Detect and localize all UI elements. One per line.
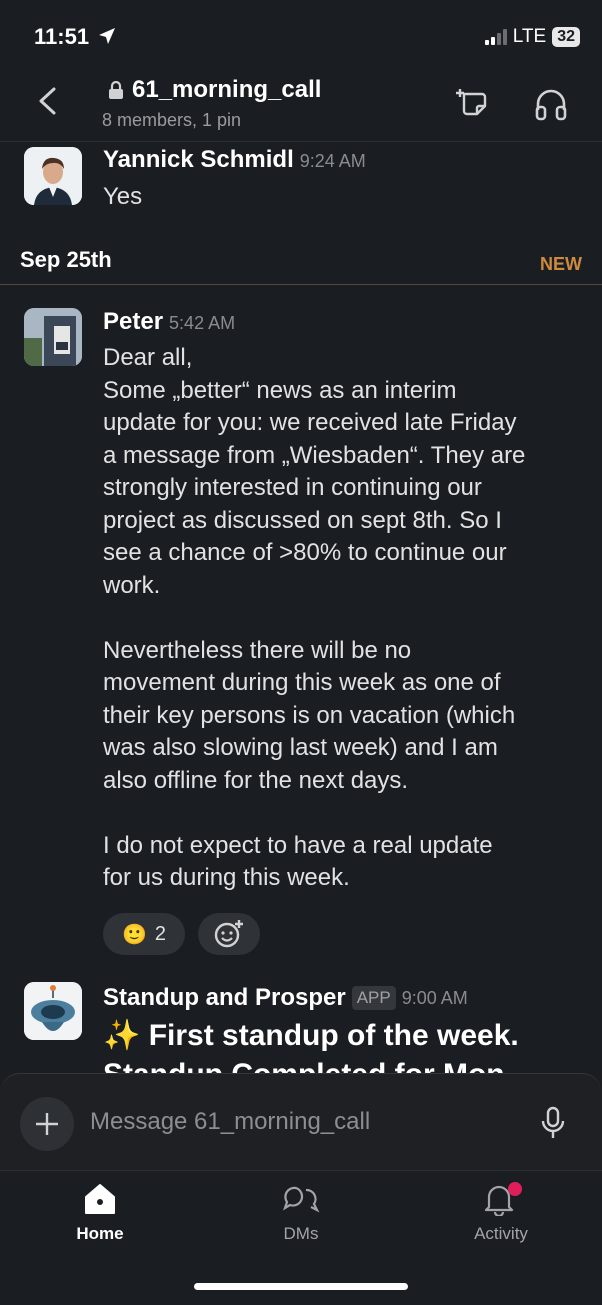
photo-avatar-icon [24, 308, 82, 366]
dm-bubbles-icon [283, 1186, 320, 1213]
message-text: Yes [103, 183, 143, 210]
message-line: also offline for the next days. [103, 766, 409, 794]
tab-activity[interactable]: Activity [441, 1182, 561, 1244]
home-icon [85, 1184, 115, 1214]
message-line: was also slowing last week) and I am [103, 734, 498, 761]
add-reaction-button[interactable] [198, 913, 260, 955]
message-line [103, 602, 583, 635]
tab-dms[interactable]: DMs [241, 1182, 361, 1244]
message-time: 5:42 AM [169, 313, 236, 333]
message-line: a message from „Wiesbaden“. They are [103, 441, 526, 469]
channel-name: 61_morning_call [132, 76, 322, 103]
bot-message-line: Standup Completed for Mon [103, 1058, 505, 1074]
app-badge: APP [351, 986, 396, 1010]
message-line: project as discussed on sept 8th. So I [103, 506, 502, 534]
avatar-peter[interactable] [24, 308, 82, 366]
message-line: Dear all, [103, 344, 193, 371]
message-line: work. [103, 571, 161, 599]
signal-icon [484, 29, 507, 45]
avatar-yannick[interactable] [24, 147, 82, 205]
tab-dms-label: DMs [283, 1224, 319, 1243]
attach-button[interactable] [20, 1097, 74, 1151]
status-indicators: LTE 32 [484, 26, 580, 48]
reaction-smile[interactable]: 🙂 2 [103, 913, 185, 955]
message-line: movement during this week as one of [103, 669, 501, 696]
plus-icon [36, 1113, 58, 1135]
message-line [103, 797, 583, 830]
headphones-icon[interactable] [534, 88, 568, 122]
tab-home-label: Home [76, 1224, 124, 1243]
canvas-add-icon[interactable] [456, 86, 490, 120]
back-chevron-icon[interactable] [36, 86, 58, 116]
message-line: Nevertheless there will be no [103, 636, 412, 664]
message-line: update for you: we received late Friday [103, 409, 517, 436]
message-author[interactable]: Standup and Prosper APP 9:00 AM [103, 984, 468, 1012]
tab-activity-label: Activity [474, 1224, 528, 1243]
message-input[interactable]: Message 61_morning_call [90, 1108, 370, 1136]
header-divider [0, 141, 602, 142]
channel-subtitle[interactable]: 8 members, 1 pin [102, 110, 241, 131]
lock-icon [109, 81, 123, 99]
tab-home[interactable]: Home [40, 1182, 160, 1244]
home-indicator [194, 1283, 408, 1290]
microphone-icon[interactable] [540, 1106, 566, 1140]
message-author[interactable]: Yannick Schmidl 9:24 AM [103, 146, 366, 174]
message-time: 9:00 AM [401, 987, 468, 1008]
new-messages-label: NEW [540, 254, 582, 274]
message-line: strongly interested in continuing our [103, 474, 482, 501]
bot-message-headline: ✨ First standup of the week. [103, 1019, 519, 1052]
message-line: Some „better“ news as an interim [103, 376, 457, 404]
message-line: see a chance of >80% to continue our [103, 539, 507, 566]
date-divider-label: Sep 25th [20, 247, 112, 272]
message-line: I do not expect to have a real update [103, 831, 493, 859]
reaction-count: 2 [154, 922, 167, 945]
message-line: their key persons is on vacation (which [103, 701, 516, 729]
bell-icon [484, 1182, 522, 1216]
avatar-standup-bot[interactable] [24, 982, 82, 1040]
location-arrow-icon [99, 28, 116, 44]
network-label: LTE [512, 26, 547, 47]
message-line: for us during this week. [103, 864, 350, 891]
message-author[interactable]: Peter 5:42 AM [103, 308, 235, 336]
message-body: Dear all, Some „better“ news as an inter… [103, 342, 583, 895]
smile-emoji-icon: 🙂 [121, 923, 147, 946]
message-time: 9:24 AM [299, 151, 366, 171]
channel-title[interactable]: 61_morning_call [108, 76, 321, 104]
status-time: 11:51 [34, 24, 117, 50]
battery-icon: 32 [552, 27, 580, 47]
person-avatar-icon [24, 147, 82, 205]
new-messages-line [0, 284, 602, 285]
notification-dot [508, 1182, 522, 1196]
add-reaction-icon [214, 920, 243, 948]
robot-avatar-icon [24, 982, 82, 1040]
